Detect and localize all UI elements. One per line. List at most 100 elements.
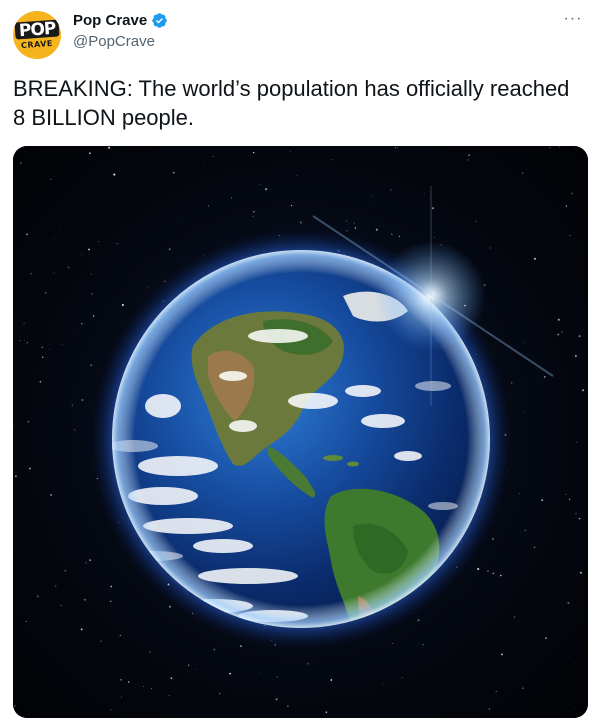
- star: [557, 318, 560, 321]
- star: [495, 691, 497, 693]
- star: [507, 607, 508, 608]
- display-name[interactable]: Pop Crave: [73, 12, 147, 29]
- star: [64, 569, 67, 572]
- avatar-logo-text-top: POP: [14, 19, 60, 41]
- star: [565, 494, 567, 495]
- star: [514, 616, 516, 618]
- star: [252, 151, 255, 154]
- star: [523, 342, 525, 344]
- star: [119, 634, 121, 637]
- star: [91, 292, 93, 295]
- star: [61, 343, 63, 345]
- tweet-media-image[interactable]: [13, 146, 588, 718]
- star: [143, 685, 145, 688]
- star: [579, 571, 582, 574]
- star: [578, 335, 581, 338]
- star: [54, 585, 57, 587]
- star: [519, 493, 520, 494]
- star: [53, 272, 55, 274]
- star: [316, 685, 317, 686]
- star: [168, 248, 171, 251]
- author-handle[interactable]: @PopCrave: [73, 33, 155, 50]
- star: [375, 228, 378, 231]
- star: [187, 664, 190, 666]
- star: [390, 645, 392, 647]
- star: [121, 303, 124, 307]
- star: [289, 150, 291, 152]
- star: [492, 572, 495, 575]
- star: [398, 235, 401, 238]
- star: [296, 175, 298, 177]
- star: [80, 254, 82, 256]
- star: [60, 604, 62, 607]
- star: [97, 241, 99, 243]
- star: [213, 648, 216, 651]
- star: [424, 193, 425, 194]
- more-options-button[interactable]: ···: [560, 8, 586, 30]
- star: [23, 340, 25, 341]
- star: [240, 645, 242, 647]
- star: [169, 605, 171, 608]
- star: [394, 147, 397, 149]
- star: [116, 242, 119, 245]
- star: [259, 672, 261, 673]
- tweet-card: POP CRAVE Pop Crave @PopCrave ··· BREAKI…: [0, 0, 600, 727]
- author-name-row[interactable]: Pop Crave: [73, 12, 168, 29]
- star: [50, 178, 52, 180]
- star: [541, 499, 544, 502]
- star: [85, 561, 88, 564]
- star: [90, 364, 93, 367]
- star: [508, 471, 510, 473]
- star: [42, 356, 44, 358]
- star: [15, 475, 17, 478]
- star: [202, 161, 204, 162]
- avatar[interactable]: POP CRAVE: [13, 11, 61, 59]
- star: [467, 223, 468, 225]
- star: [196, 669, 198, 671]
- star: [488, 708, 491, 710]
- star: [81, 323, 83, 325]
- star: [30, 272, 33, 275]
- star: [569, 656, 571, 658]
- star: [26, 233, 28, 236]
- star: [559, 578, 560, 579]
- star: [252, 216, 254, 218]
- star: [113, 173, 116, 176]
- star: [369, 202, 370, 204]
- star: [401, 677, 403, 678]
- star: [168, 694, 170, 697]
- star: [565, 205, 568, 207]
- star: [74, 429, 76, 431]
- star: [120, 696, 122, 698]
- star: [475, 220, 477, 222]
- star: [78, 271, 80, 273]
- earth-from-space-image: [13, 146, 588, 718]
- star: [331, 159, 333, 161]
- star: [150, 688, 152, 690]
- star: [57, 649, 58, 651]
- star: [468, 154, 470, 156]
- star: [265, 188, 268, 191]
- star: [45, 260, 47, 262]
- star: [467, 159, 469, 161]
- star: [558, 146, 560, 148]
- star: [346, 230, 348, 232]
- star: [29, 467, 31, 470]
- star: [275, 698, 278, 701]
- star: [110, 709, 112, 711]
- star: [100, 640, 102, 642]
- more-options-icon: ···: [563, 10, 583, 27]
- star: [212, 156, 214, 157]
- star: [390, 233, 393, 236]
- star: [67, 266, 70, 269]
- star: [417, 154, 419, 155]
- star: [77, 333, 79, 334]
- star: [230, 197, 233, 199]
- star: [259, 184, 261, 185]
- star: [432, 207, 434, 209]
- star: [39, 380, 42, 383]
- star: [578, 517, 581, 520]
- star: [487, 570, 489, 572]
- star: [286, 705, 289, 708]
- star: [90, 273, 92, 275]
